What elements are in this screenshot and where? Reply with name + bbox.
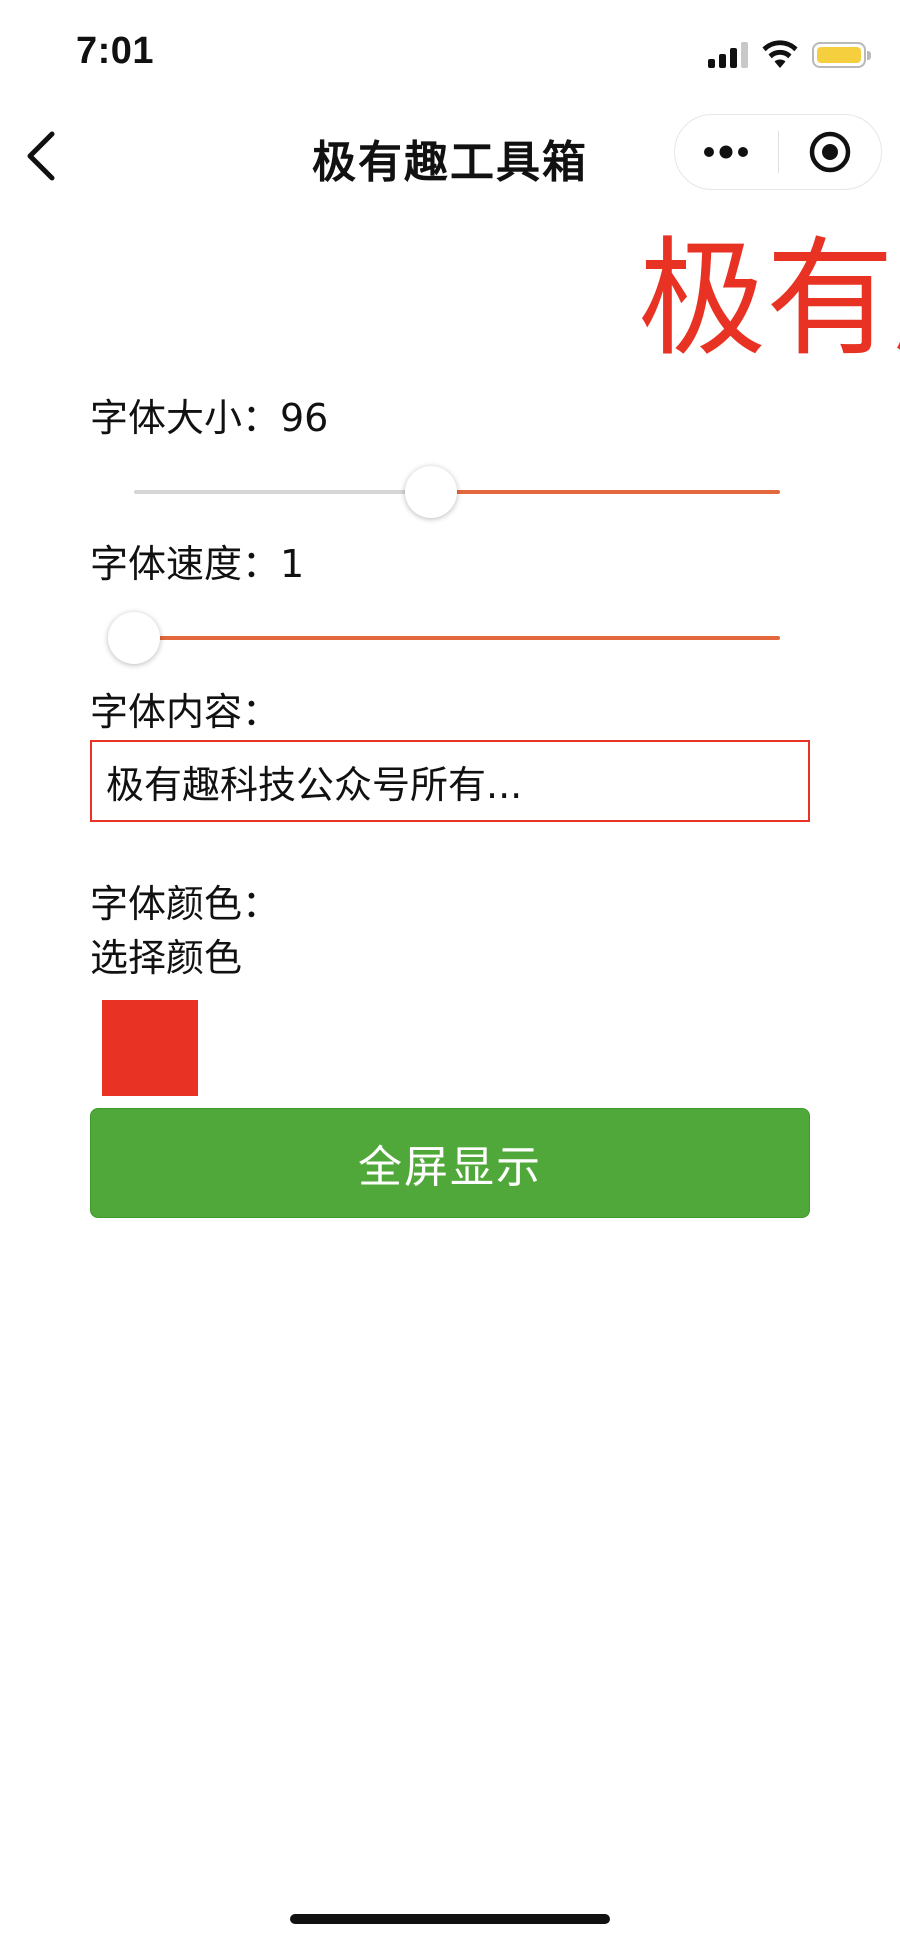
fullscreen-button[interactable]: 全屏显示 bbox=[90, 1108, 810, 1218]
font-size-slider[interactable] bbox=[134, 466, 780, 518]
status-icons bbox=[708, 40, 871, 70]
battery-icon bbox=[812, 42, 871, 68]
slider-active-track bbox=[431, 490, 780, 494]
font-size-label: 字体大小：96 bbox=[90, 396, 329, 440]
color-swatch[interactable] bbox=[102, 1000, 198, 1096]
font-content-label: 字体内容： bbox=[90, 690, 281, 734]
close-button[interactable] bbox=[779, 115, 882, 189]
font-color-label: 字体颜色： bbox=[90, 882, 281, 926]
more-button[interactable] bbox=[675, 115, 778, 189]
choose-color-label[interactable]: 选择颜色 bbox=[90, 934, 242, 982]
font-speed-slider[interactable] bbox=[108, 612, 780, 664]
mini-program-capsule bbox=[674, 114, 882, 190]
target-circle-icon bbox=[809, 131, 850, 173]
slider-thumb[interactable] bbox=[108, 612, 160, 664]
slider-active-track bbox=[134, 636, 780, 640]
status-time: 7:01 bbox=[76, 30, 155, 72]
cellular-signal-icon bbox=[708, 42, 748, 68]
font-speed-label: 字体速度：1 bbox=[90, 542, 305, 586]
slider-thumb[interactable] bbox=[405, 466, 458, 518]
home-indicator bbox=[290, 1914, 610, 1924]
marquee-preview: 极有趣科技公众号所有权归属于极有趣科技 bbox=[0, 220, 900, 380]
marquee-text: 极有趣科技公众号所有权归属于极有趣科技 bbox=[638, 225, 900, 374]
more-dots-icon bbox=[704, 145, 749, 159]
content-input[interactable] bbox=[90, 740, 810, 822]
wifi-icon bbox=[762, 40, 798, 68]
